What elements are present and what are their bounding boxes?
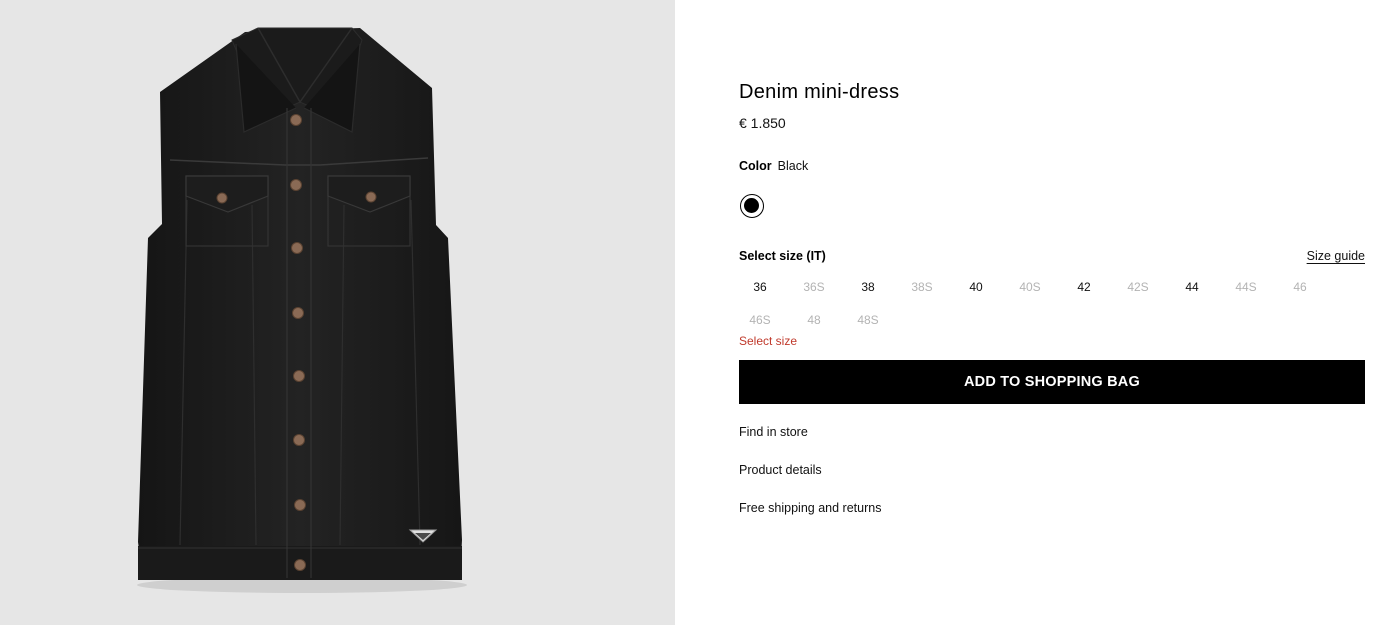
find-in-store-link[interactable]: Find in store [739,425,808,439]
size-option[interactable]: 36 [738,273,782,301]
add-to-shopping-bag-button[interactable]: ADD TO SHOPPING BAG [739,360,1365,404]
size-option[interactable]: 42 [1062,273,1106,301]
product-image-panel[interactable] [0,0,675,625]
size-option[interactable]: 46S [738,306,782,334]
color-value: Black [777,159,809,173]
product-title: Denim mini-dress [739,81,900,103]
product-image [137,27,467,593]
size-heading: Select size (IT) [739,249,826,263]
size-option[interactable]: 38 [846,273,890,301]
size-option[interactable]: 40S [1008,273,1052,301]
size-option[interactable]: 44S [1224,273,1268,301]
size-option[interactable]: 48 [792,306,836,334]
size-guide-link[interactable]: Size guide [1307,249,1365,263]
product-price: € 1.850 [739,115,786,131]
size-option[interactable]: 36S [792,273,836,301]
size-error-message: Select size [739,334,798,348]
color-label: Color [739,159,772,173]
size-option[interactable]: 46 [1278,273,1322,301]
size-option[interactable]: 42S [1116,273,1160,301]
color-swatch-black[interactable] [740,194,764,218]
product-info-panel: Denim mini-dress € 1.850 Color Black Sele… [739,0,1365,625]
size-option[interactable]: 40 [954,273,998,301]
shipping-returns-link[interactable]: Free shipping and returns [739,501,881,515]
size-option[interactable]: 48S [846,306,890,334]
product-details-link[interactable]: Product details [739,463,822,477]
color-row: Color Black [739,159,808,173]
size-option[interactable]: 38S [900,273,944,301]
size-option[interactable]: 44 [1170,273,1214,301]
